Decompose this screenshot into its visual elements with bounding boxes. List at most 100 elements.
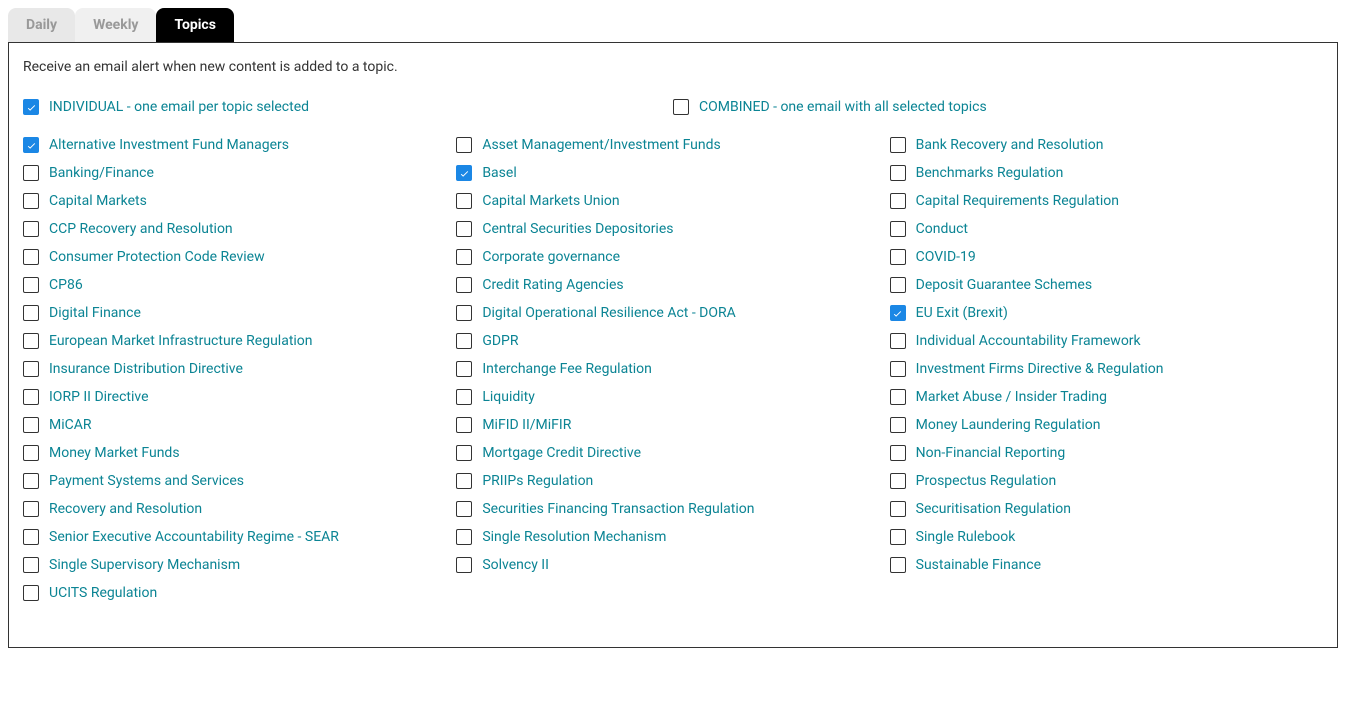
topic-checkbox[interactable] xyxy=(890,501,906,517)
topic-label[interactable]: Liquidity xyxy=(482,389,535,405)
topic-checkbox[interactable] xyxy=(23,333,39,349)
topic-label[interactable]: Recovery and Resolution xyxy=(49,501,202,517)
topic-checkbox[interactable] xyxy=(890,417,906,433)
topic-checkbox[interactable] xyxy=(23,249,39,265)
topic-label[interactable]: GDPR xyxy=(482,333,518,349)
topic-label[interactable]: Money Market Funds xyxy=(49,445,180,461)
topic-checkbox[interactable] xyxy=(456,445,472,461)
topic-label[interactable]: Sustainable Finance xyxy=(916,557,1041,573)
topic-label[interactable]: Mortgage Credit Directive xyxy=(482,445,641,461)
topic-checkbox[interactable] xyxy=(456,165,472,181)
topic-checkbox[interactable] xyxy=(456,557,472,573)
tab-topics[interactable]: Topics xyxy=(156,8,233,42)
topic-checkbox[interactable] xyxy=(456,305,472,321)
topic-checkbox[interactable] xyxy=(23,445,39,461)
topic-label[interactable]: MiFID II/MiFIR xyxy=(482,417,571,433)
topic-checkbox[interactable] xyxy=(23,501,39,517)
topic-label[interactable]: Payment Systems and Services xyxy=(49,473,244,489)
topic-checkbox[interactable] xyxy=(890,361,906,377)
topic-label[interactable]: Banking/Finance xyxy=(49,165,154,181)
topic-checkbox[interactable] xyxy=(23,361,39,377)
topic-label[interactable]: Benchmarks Regulation xyxy=(916,165,1064,181)
tab-weekly[interactable]: Weekly xyxy=(75,8,156,42)
topic-label[interactable]: Prospectus Regulation xyxy=(916,473,1057,489)
topic-checkbox[interactable] xyxy=(890,333,906,349)
topic-label[interactable]: UCITS Regulation xyxy=(49,585,157,601)
topic-label[interactable]: Insurance Distribution Directive xyxy=(49,361,243,377)
topic-checkbox[interactable] xyxy=(890,389,906,405)
topic-checkbox[interactable] xyxy=(456,361,472,377)
topic-checkbox[interactable] xyxy=(23,557,39,573)
topic-label[interactable]: Individual Accountability Framework xyxy=(916,333,1141,349)
topic-checkbox[interactable] xyxy=(456,501,472,517)
topic-checkbox[interactable] xyxy=(23,305,39,321)
topic-label[interactable]: Single Rulebook xyxy=(916,529,1016,545)
topic-label[interactable]: Digital Finance xyxy=(49,305,141,321)
topic-checkbox[interactable] xyxy=(456,137,472,153)
topic-checkbox[interactable] xyxy=(456,249,472,265)
topic-checkbox[interactable] xyxy=(890,165,906,181)
topic-label[interactable]: European Market Infrastructure Regulatio… xyxy=(49,333,313,349)
topic-checkbox[interactable] xyxy=(890,529,906,545)
topic-label[interactable]: EU Exit (Brexit) xyxy=(916,305,1008,321)
topic-checkbox[interactable] xyxy=(456,529,472,545)
topic-checkbox[interactable] xyxy=(456,221,472,237)
topic-label[interactable]: IORP II Directive xyxy=(49,389,149,405)
topic-label[interactable]: Market Abuse / Insider Trading xyxy=(916,389,1107,405)
mode-combined-label[interactable]: COMBINED - one email with all selected t… xyxy=(699,99,987,115)
topic-label[interactable]: Investment Firms Directive & Regulation xyxy=(916,361,1164,377)
topic-checkbox[interactable] xyxy=(890,137,906,153)
topic-checkbox[interactable] xyxy=(23,529,39,545)
topic-label[interactable]: Conduct xyxy=(916,221,968,237)
topic-label[interactable]: Senior Executive Accountability Regime -… xyxy=(49,529,339,545)
topic-label[interactable]: Capital Markets Union xyxy=(482,193,619,209)
topic-checkbox[interactable] xyxy=(890,557,906,573)
topic-checkbox[interactable] xyxy=(23,165,39,181)
mode-individual-label[interactable]: INDIVIDUAL - one email per topic selecte… xyxy=(49,99,309,115)
topic-checkbox[interactable] xyxy=(890,277,906,293)
topic-label[interactable]: Securitisation Regulation xyxy=(916,501,1071,517)
topic-label[interactable]: Capital Requirements Regulation xyxy=(916,193,1119,209)
topic-checkbox[interactable] xyxy=(23,221,39,237)
topic-label[interactable]: Alternative Investment Fund Managers xyxy=(49,137,289,153)
topic-label[interactable]: Single Resolution Mechanism xyxy=(482,529,666,545)
topic-label[interactable]: Credit Rating Agencies xyxy=(482,277,623,293)
topic-label[interactable]: Basel xyxy=(482,165,516,181)
topic-label[interactable]: Bank Recovery and Resolution xyxy=(916,137,1104,153)
topic-label[interactable]: Non-Financial Reporting xyxy=(916,445,1066,461)
topic-checkbox[interactable] xyxy=(456,389,472,405)
topic-checkbox[interactable] xyxy=(23,585,39,601)
topic-label[interactable]: COVID-19 xyxy=(916,249,976,265)
topic-label[interactable]: Capital Markets xyxy=(49,193,147,209)
topic-checkbox[interactable] xyxy=(23,277,39,293)
mode-combined-checkbox[interactable] xyxy=(673,99,689,115)
mode-individual-checkbox[interactable] xyxy=(23,99,39,115)
topic-checkbox[interactable] xyxy=(890,445,906,461)
topic-label[interactable]: Solvency II xyxy=(482,557,549,573)
topic-checkbox[interactable] xyxy=(456,333,472,349)
topic-checkbox[interactable] xyxy=(456,277,472,293)
topic-checkbox[interactable] xyxy=(23,473,39,489)
topic-label[interactable]: CCP Recovery and Resolution xyxy=(49,221,233,237)
topic-label[interactable]: Deposit Guarantee Schemes xyxy=(916,277,1092,293)
topic-checkbox[interactable] xyxy=(456,473,472,489)
topic-label[interactable]: Single Supervisory Mechanism xyxy=(49,557,240,573)
topic-label[interactable]: Interchange Fee Regulation xyxy=(482,361,652,377)
topic-checkbox[interactable] xyxy=(890,249,906,265)
topic-checkbox[interactable] xyxy=(23,193,39,209)
topic-checkbox[interactable] xyxy=(23,417,39,433)
topic-checkbox[interactable] xyxy=(23,389,39,405)
topic-checkbox[interactable] xyxy=(890,221,906,237)
topic-checkbox[interactable] xyxy=(456,193,472,209)
topic-checkbox[interactable] xyxy=(23,137,39,153)
topic-checkbox[interactable] xyxy=(890,473,906,489)
topic-label[interactable]: Securities Financing Transaction Regulat… xyxy=(482,501,754,517)
tab-daily[interactable]: Daily xyxy=(8,8,75,42)
topic-label[interactable]: PRIIPs Regulation xyxy=(482,473,593,489)
topic-label[interactable]: Asset Management/Investment Funds xyxy=(482,137,720,153)
topic-label[interactable]: Central Securities Depositories xyxy=(482,221,673,237)
topic-label[interactable]: Consumer Protection Code Review xyxy=(49,249,265,265)
topic-label[interactable]: MiCAR xyxy=(49,417,92,433)
topic-label[interactable]: Money Laundering Regulation xyxy=(916,417,1101,433)
topic-label[interactable]: Corporate governance xyxy=(482,249,620,265)
